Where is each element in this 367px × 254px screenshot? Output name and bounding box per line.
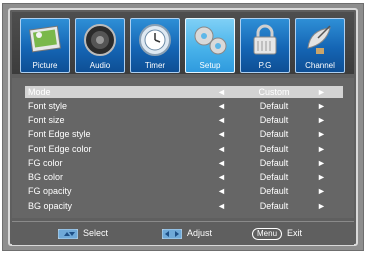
- row-value: Default: [259, 129, 289, 139]
- tab-label: Audio: [89, 61, 111, 70]
- arrow-left-icon[interactable]: ◄: [217, 171, 226, 183]
- arrow-right-icon[interactable]: ►: [317, 157, 326, 169]
- row-label: Mode: [28, 87, 51, 97]
- arrow-right-icon[interactable]: ►: [317, 171, 326, 183]
- tab-label: Channel: [305, 61, 335, 70]
- arrow-right-icon[interactable]: ►: [317, 100, 326, 112]
- row-label: Font size: [28, 115, 65, 125]
- osd-frame: Picture Audio Timer Setup P.G Channel Mo…: [2, 3, 364, 251]
- row-value: Default: [259, 158, 289, 168]
- menu-row-fg-color[interactable]: FG color ◄ Default ►: [25, 157, 343, 169]
- arrow-left-icon[interactable]: ◄: [217, 114, 226, 126]
- menu-key-icon: Menu: [252, 227, 283, 240]
- key-hint-bar: Select Adjust Menu Exit: [12, 221, 354, 245]
- row-value: Default: [259, 144, 289, 154]
- setup-menu-list: Mode ◄ Custom ► Font style ◄ Default ► F…: [12, 78, 354, 218]
- tab-label: P.G: [258, 61, 272, 70]
- menu-row-fg-opacity[interactable]: FG opacity ◄ Default ►: [25, 185, 343, 197]
- hint-exit: Menu Exit: [252, 226, 302, 240]
- tab-label: Timer: [144, 61, 166, 70]
- arrow-left-icon[interactable]: ◄: [217, 157, 226, 169]
- arrow-left-icon[interactable]: ◄: [217, 128, 226, 140]
- row-label: Font Edge color: [28, 144, 92, 154]
- menu-row-mode[interactable]: Mode ◄ Custom ►: [25, 86, 343, 98]
- row-label: BG color: [28, 172, 64, 182]
- tab-audio[interactable]: Audio: [75, 18, 125, 73]
- hint-exit-label: Exit: [287, 228, 303, 238]
- tab-setup[interactable]: Setup: [185, 18, 235, 73]
- row-label: BG opacity: [28, 201, 73, 211]
- arrow-right-icon[interactable]: ►: [317, 128, 326, 140]
- tab-channel[interactable]: Channel: [295, 18, 345, 73]
- row-label: FG opacity: [28, 186, 72, 196]
- tab-bar: Picture Audio Timer Setup P.G Channel: [12, 12, 354, 74]
- row-value: Default: [259, 101, 289, 111]
- arrow-right-icon[interactable]: ►: [317, 114, 326, 126]
- clock-icon: [139, 24, 171, 56]
- up-down-keys-icon: [58, 228, 78, 239]
- arrow-left-icon[interactable]: ◄: [217, 143, 226, 155]
- hint-select: Select: [58, 226, 108, 240]
- row-label: FG color: [28, 158, 63, 168]
- row-value: Default: [259, 172, 289, 182]
- satellite-dish-icon: [307, 25, 331, 54]
- menu-row-bg-opacity[interactable]: BG opacity ◄ Default ►: [25, 200, 343, 212]
- tab-picture[interactable]: Picture: [20, 18, 70, 73]
- arrow-right-icon[interactable]: ►: [317, 143, 326, 155]
- tab-label: Picture: [32, 61, 58, 70]
- row-value: Default: [259, 201, 289, 211]
- row-value: Custom: [258, 87, 290, 97]
- osd-panel: Picture Audio Timer Setup P.G Channel Mo…: [8, 8, 358, 246]
- hint-adjust-label: Adjust: [187, 228, 213, 238]
- arrow-left-icon[interactable]: ◄: [217, 100, 226, 112]
- left-right-keys-icon: [162, 228, 182, 239]
- menu-row-font-edge-style[interactable]: Font Edge style ◄ Default ►: [25, 128, 343, 140]
- row-value: Default: [259, 186, 289, 196]
- menu-row-font-size[interactable]: Font size ◄ Default ►: [25, 114, 343, 126]
- menu-row-bg-color[interactable]: BG color ◄ Default ►: [25, 171, 343, 183]
- gears-icon: [194, 26, 227, 55]
- menu-row-font-style[interactable]: Font style ◄ Default ►: [25, 100, 343, 112]
- tab-parental-guidance[interactable]: P.G: [240, 18, 290, 73]
- arrow-left-icon[interactable]: ◄: [217, 200, 226, 212]
- tab-timer[interactable]: Timer: [130, 18, 180, 73]
- row-label: Font style: [28, 101, 68, 111]
- hint-select-label: Select: [83, 228, 109, 238]
- picture-icon: [29, 25, 61, 53]
- arrow-left-icon[interactable]: ◄: [217, 185, 226, 197]
- arrow-right-icon[interactable]: ►: [317, 185, 326, 197]
- row-value: Default: [259, 115, 289, 125]
- arrow-right-icon[interactable]: ►: [317, 200, 326, 212]
- row-label: Font Edge style: [28, 129, 91, 139]
- arrow-left-icon[interactable]: ◄: [217, 86, 226, 98]
- arrow-right-icon[interactable]: ►: [317, 86, 326, 98]
- hint-adjust: Adjust: [162, 226, 212, 240]
- menu-row-font-edge-color[interactable]: Font Edge color ◄ Default ►: [25, 143, 343, 155]
- lock-icon: [253, 24, 277, 55]
- tab-label: Setup: [199, 61, 221, 70]
- speaker-icon: [84, 24, 116, 56]
